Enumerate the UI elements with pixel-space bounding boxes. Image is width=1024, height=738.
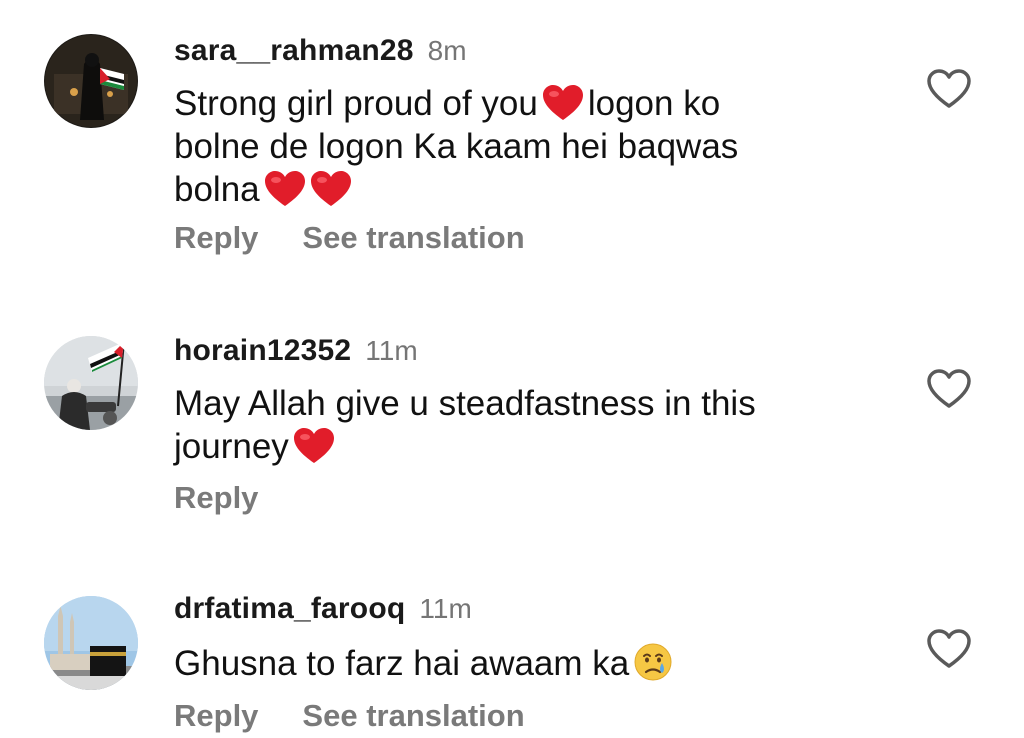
comment-meta: horain12352 11m bbox=[174, 334, 418, 374]
comment-actions: Reply See translation bbox=[174, 220, 569, 256]
timestamp: 11m bbox=[365, 335, 418, 366]
avatar[interactable] bbox=[44, 336, 138, 430]
red-heart-emoji bbox=[264, 170, 306, 208]
red-heart-emoji bbox=[542, 84, 584, 122]
red-heart-emoji bbox=[293, 427, 335, 465]
comment-text: Ghusna to farz hai awaam ka bbox=[174, 642, 814, 685]
comment-meta: drfatima_farooq 11m bbox=[174, 592, 472, 632]
see-translation-button[interactable]: See translation bbox=[302, 698, 524, 734]
crying-face-emoji bbox=[633, 642, 673, 682]
avatar[interactable] bbox=[44, 596, 138, 690]
comment-text-part: May Allah give u steadfastness in this j… bbox=[174, 384, 756, 466]
avatar-image bbox=[44, 34, 138, 128]
reply-button[interactable]: Reply bbox=[174, 698, 258, 734]
see-translation-button[interactable]: See translation bbox=[302, 220, 524, 256]
like-button[interactable] bbox=[926, 368, 972, 410]
username[interactable]: drfatima_farooq bbox=[174, 592, 405, 626]
timestamp: 8m bbox=[427, 35, 467, 66]
comment-actions: Reply See translation bbox=[174, 698, 569, 734]
reply-button[interactable]: Reply bbox=[174, 480, 258, 516]
avatar-image bbox=[44, 336, 138, 430]
comment-text: May Allah give u steadfastness in this j… bbox=[174, 382, 814, 468]
heart-outline-icon bbox=[927, 629, 971, 668]
comment-text-part: Ghusna to farz hai awaam ka bbox=[174, 644, 630, 683]
avatar[interactable] bbox=[44, 34, 138, 128]
heart-outline-icon bbox=[927, 369, 971, 408]
reply-button[interactable]: Reply bbox=[174, 220, 258, 256]
comment-text: Strong girl proud of you logon ko bolne d… bbox=[174, 82, 814, 211]
timestamp: 11m bbox=[419, 593, 472, 624]
avatar-image bbox=[44, 596, 138, 690]
username[interactable]: sara__rahman28 bbox=[174, 34, 414, 68]
red-heart-emoji bbox=[310, 170, 352, 208]
like-button[interactable] bbox=[926, 628, 972, 670]
comment-actions: Reply bbox=[174, 480, 302, 516]
comment-text-part: Strong girl proud of you bbox=[174, 84, 538, 123]
username[interactable]: horain12352 bbox=[174, 334, 351, 368]
comment-meta: sara__rahman28 8m bbox=[174, 34, 467, 74]
heart-outline-icon bbox=[927, 69, 971, 108]
like-button[interactable] bbox=[926, 68, 972, 110]
